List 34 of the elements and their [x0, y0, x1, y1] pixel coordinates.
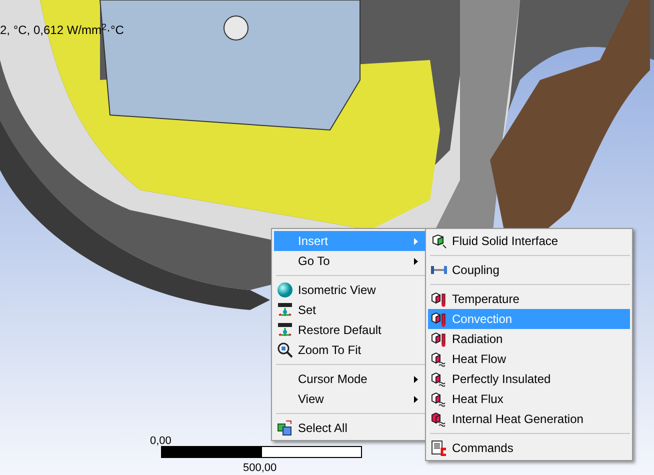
menu-item[interactable]: Internal Heat Generation — [428, 409, 630, 429]
menu-item[interactable]: Commands — [428, 438, 630, 458]
menu-item[interactable]: Set — [274, 300, 425, 320]
menu-item[interactable]: Radiation — [428, 329, 630, 349]
cube-thermometer-icon — [431, 291, 447, 307]
cube-wave-icon — [431, 391, 447, 407]
menu-item[interactable]: Zoom To Fit — [274, 340, 425, 360]
menu-item[interactable]: Go To — [274, 251, 425, 271]
cube-icon — [431, 233, 447, 249]
menu-item[interactable]: Restore Default — [274, 320, 425, 340]
cubes-icon — [277, 420, 293, 436]
coupling-icon — [430, 264, 448, 276]
cube-wave-icon — [431, 371, 447, 387]
solid-cube-wave-icon — [431, 411, 447, 427]
menu-item[interactable]: Heat Flux — [428, 389, 630, 409]
menu-item[interactable]: Heat Flow — [428, 349, 630, 369]
menu-item[interactable]: Select All — [274, 418, 425, 438]
menu-item[interactable]: View — [274, 389, 425, 409]
menu-item[interactable]: Perfectly Insulated — [428, 369, 630, 389]
cube-thermometer-icon — [431, 331, 447, 347]
cube-wave-icon — [431, 351, 447, 367]
cube-thermometer-icon — [431, 311, 447, 327]
iso-axes-icon — [277, 302, 293, 318]
menu-item[interactable]: Fluid Solid Interface — [428, 231, 630, 251]
scale-label: 500,00 — [243, 461, 277, 475]
menu-item[interactable]: Temperature — [428, 289, 630, 309]
sphere-icon — [277, 282, 293, 298]
scale-label: 0,00 — [150, 434, 172, 449]
menu-item[interactable]: Coupling — [428, 260, 630, 280]
iso-axes-icon — [277, 322, 293, 338]
menu-item[interactable]: Cursor Mode — [274, 369, 425, 389]
zoom-icon — [277, 342, 293, 358]
menu-item[interactable]: Isometric View — [274, 280, 425, 300]
commands-icon — [431, 440, 447, 456]
